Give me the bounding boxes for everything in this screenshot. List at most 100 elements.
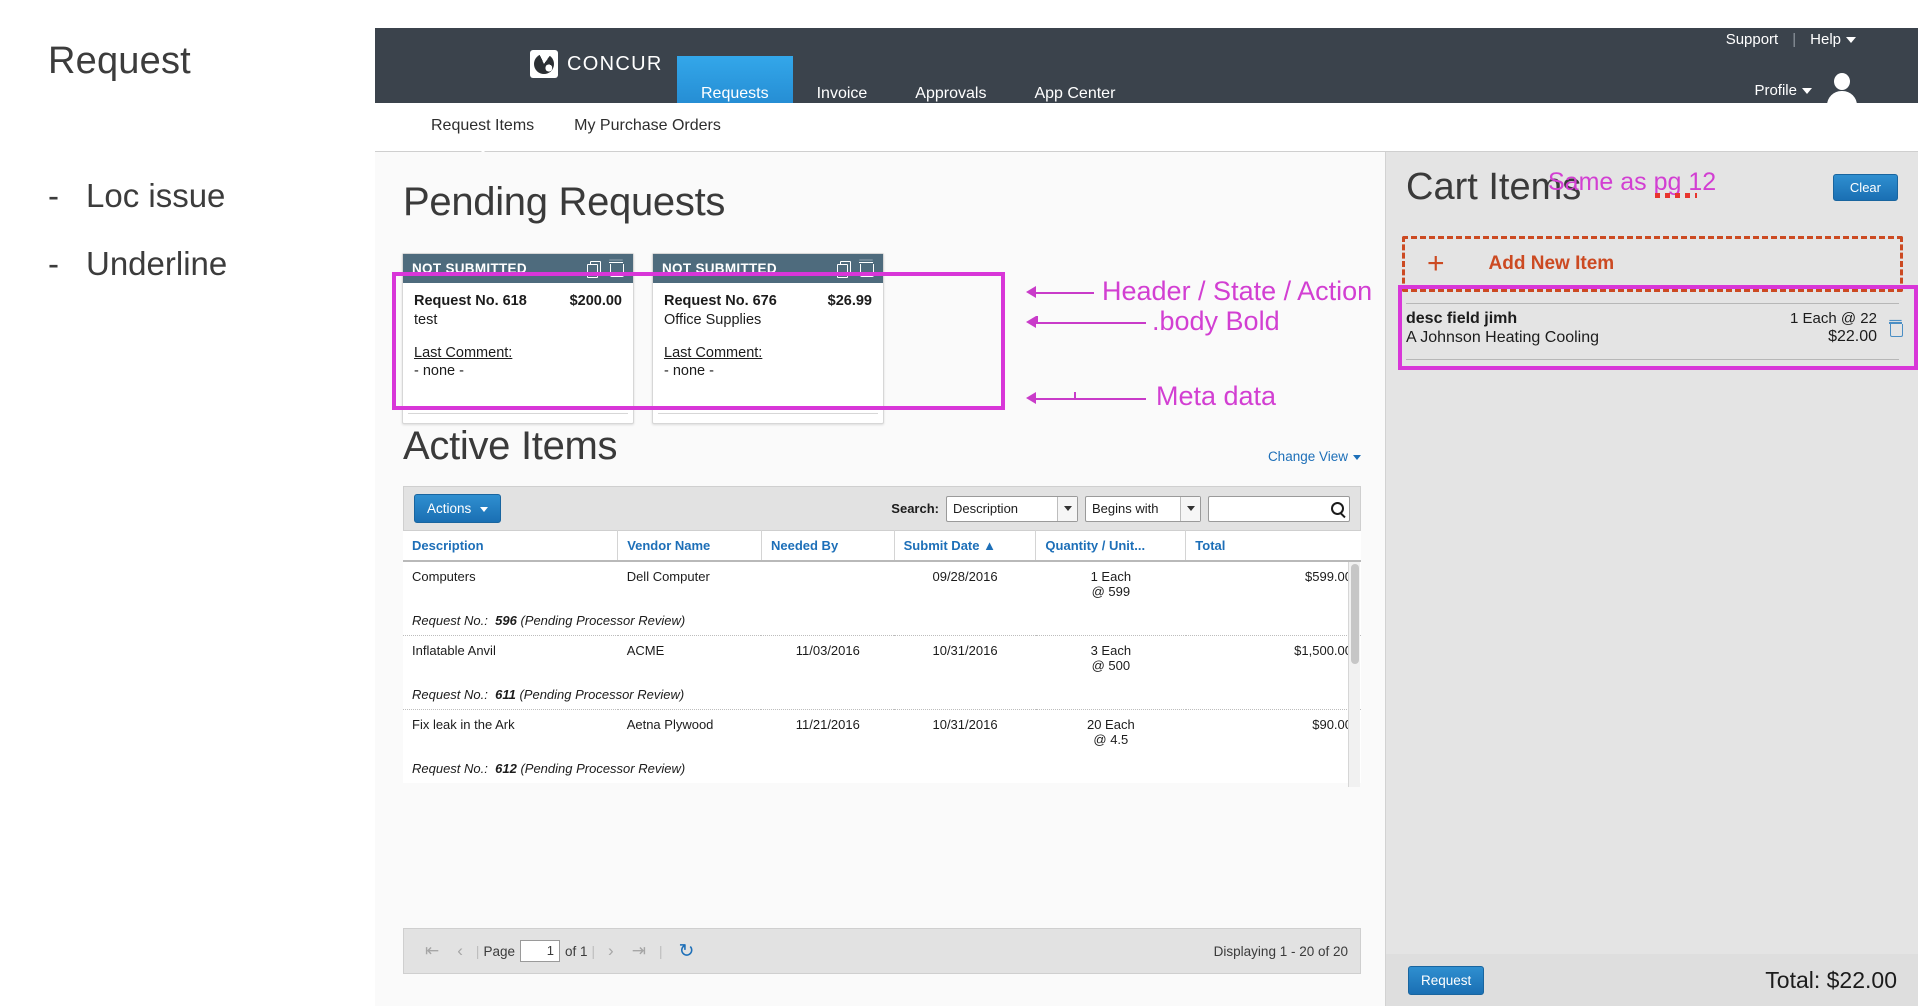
grid-pagination-footer: ⇤ ‹ | Page 1 of 1 | › ⇥ | ↻ Displaying 1… xyxy=(403,928,1361,974)
status-badge: NOT SUBMITTED xyxy=(662,261,777,276)
items-table: Description Vendor Name Needed By Submit… xyxy=(403,530,1361,783)
trash-icon[interactable] xyxy=(859,261,874,277)
trash-icon[interactable] xyxy=(609,261,624,277)
change-view-link[interactable]: Change View xyxy=(1268,449,1361,464)
grid-search-area: Search: Description Begins with xyxy=(891,495,1350,522)
sub-navigation: Request Items My Purchase Orders xyxy=(375,103,1918,152)
help-menu[interactable]: Help xyxy=(1810,31,1856,48)
pending-request-card[interactable]: NOT SUBMITTED Request No. 676 $26.99 Off… xyxy=(652,253,884,424)
utility-divider: | xyxy=(1792,31,1797,48)
concur-logo-text: CONCUR xyxy=(567,52,663,75)
last-comment-label: Last Comment: xyxy=(414,345,513,361)
cart-line-item[interactable]: desc field jimh A Johnson Heating Coolin… xyxy=(1386,304,1918,353)
card-footer xyxy=(658,413,878,423)
table-row[interactable]: Computers Dell Computer 09/28/2016 1 Eac… xyxy=(403,561,1361,606)
cart-item-name: desc field jimh xyxy=(1406,310,1518,327)
grid-vertical-scrollbar[interactable] xyxy=(1348,562,1360,787)
annotation-leader-line xyxy=(1036,322,1146,324)
search-field-select[interactable]: Description xyxy=(946,495,1078,522)
cell-needed-by: 11/21/2016 xyxy=(761,709,895,754)
chevron-down-icon xyxy=(1353,454,1361,460)
pending-requests-heading: Pending Requests xyxy=(403,180,726,224)
actions-button[interactable]: Actions xyxy=(414,494,502,523)
column-header-submit-date[interactable]: Submit Date ▲ xyxy=(894,530,1037,562)
clear-cart-button[interactable]: Clear xyxy=(1832,173,1898,201)
pending-requests-cards: NOT SUBMITTED Request No. 618 $200.00 te… xyxy=(402,253,884,424)
table-subrow: Request No.: 611 (Pending Processor Revi… xyxy=(403,680,1361,710)
support-link[interactable]: Support xyxy=(1726,31,1779,48)
search-operator-select[interactable]: Begins with xyxy=(1085,495,1201,522)
displaying-count: Displaying 1 - 20 of 20 xyxy=(1213,943,1348,959)
annotation-arrow-head xyxy=(1026,286,1036,298)
card-body: Request No. 618 $200.00 test Last Commen… xyxy=(403,283,633,413)
pending-request-card[interactable]: NOT SUBMITTED Request No. 618 $200.00 te… xyxy=(402,253,634,424)
annotation-meta-data: Meta data xyxy=(1156,381,1277,411)
column-header-vendor-name[interactable]: Vendor Name xyxy=(617,530,762,562)
request-button[interactable]: Request xyxy=(1408,965,1485,995)
column-header-description[interactable]: Description xyxy=(403,530,619,562)
sort-asc-icon: ▲ xyxy=(983,538,996,553)
cell-submit-date: 10/31/2016 xyxy=(894,635,1036,680)
cell-description: Computers xyxy=(412,569,476,584)
row-request-info: Request No.: 596 (Pending Processor Revi… xyxy=(412,613,686,628)
spellcheck-squiggle xyxy=(1655,193,1697,198)
cart-panel: Cart Items Clear + Add New Item desc fie… xyxy=(1385,152,1918,1006)
cart-divider xyxy=(1406,359,1899,360)
cell-vendor: ACME xyxy=(617,635,762,680)
copy-icon[interactable] xyxy=(837,260,852,278)
page-of-label: of 1 xyxy=(564,943,588,959)
profile-menu[interactable]: Profile xyxy=(1754,82,1812,99)
concur-logo: CONCUR xyxy=(530,50,663,78)
copy-icon[interactable] xyxy=(587,260,602,278)
cell-description: Fix leak in the Ark xyxy=(403,709,618,754)
prev-page-button[interactable]: ‹ xyxy=(448,941,472,961)
refresh-icon[interactable]: ↻ xyxy=(678,940,694,963)
cell-quantity: 1 Each @ 599 xyxy=(1090,569,1132,599)
last-comment-value: - none - xyxy=(664,363,714,379)
next-page-button[interactable]: › xyxy=(599,941,623,961)
subnav-my-purchase-orders[interactable]: My Purchase Orders xyxy=(568,103,727,149)
table-row[interactable]: Fix leak in the Ark Aetna Plywood 11/21/… xyxy=(403,709,1361,754)
last-comment-label: Last Comment: xyxy=(664,345,763,361)
top-utility-links: Support | Help xyxy=(1726,31,1856,48)
concur-app-window: CONCUR Requests Invoice Approvals App Ce… xyxy=(375,0,1918,1006)
annotation-bullet-2: - Underline xyxy=(48,245,228,282)
column-header-total[interactable]: Total xyxy=(1185,530,1361,562)
grid-toolbar: Actions Search: Description Begins with xyxy=(403,486,1361,530)
status-badge: NOT SUBMITTED xyxy=(412,261,527,276)
subnav-request-items[interactable]: Request Items xyxy=(425,103,540,149)
table-row[interactable]: Inflatable Anvil ACME 11/03/2016 10/31/2… xyxy=(403,635,1361,680)
cell-total: $599.00 xyxy=(1305,569,1352,584)
search-input[interactable] xyxy=(1208,495,1350,522)
column-header-quantity-unit[interactable]: Quantity / Unit... xyxy=(1035,530,1187,562)
first-page-button[interactable]: ⇤ xyxy=(416,941,448,961)
card-footer xyxy=(408,413,628,423)
annotation-column: Request - Loc issue - Underline xyxy=(0,0,375,1006)
search-icon[interactable] xyxy=(1331,502,1344,515)
cart-item-vendor: A Johnson Heating Cooling xyxy=(1406,329,1600,346)
delete-cart-item-icon[interactable] xyxy=(1889,320,1903,337)
row-request-info: Request No.: 612 (Pending Processor Revi… xyxy=(412,761,686,776)
cell-total: $1,500.00 xyxy=(1185,635,1361,680)
cart-total: Total: $22.00 xyxy=(1765,966,1897,993)
card-body: Request No. 676 $26.99 Office Supplies L… xyxy=(653,283,883,413)
request-number: Request No. 618 xyxy=(414,293,527,309)
table-subrow: Request No.: 596 (Pending Processor Revi… xyxy=(403,606,1361,636)
search-label: Search: xyxy=(891,501,939,516)
top-navigation-bar: CONCUR Requests Invoice Approvals App Ce… xyxy=(375,28,1918,131)
cell-submit-date: 09/28/2016 xyxy=(932,569,998,584)
page-number-input[interactable]: 1 xyxy=(519,940,560,962)
cart-item-price: $22.00 xyxy=(1828,328,1877,345)
cart-item-quantity: 1 Each @ 22 xyxy=(1790,310,1877,327)
column-header-needed-by[interactable]: Needed By xyxy=(761,530,895,562)
cell-needed-by xyxy=(761,561,894,606)
last-page-button[interactable]: ⇥ xyxy=(623,941,655,961)
request-amount: $200.00 xyxy=(569,293,622,309)
annotation-body-bold: .body Bold xyxy=(1152,306,1280,336)
add-new-item-button[interactable]: + Add New Item xyxy=(1402,236,1903,292)
row-request-info: Request No.: 611 (Pending Processor Revi… xyxy=(412,687,685,702)
cart-body: + Add New Item desc field jimh A Johnson… xyxy=(1386,222,1918,954)
cell-quantity: 20 Each @ 4.5 xyxy=(1035,709,1186,754)
annotation-arrow-head xyxy=(1026,392,1036,404)
active-items-heading: Active Items xyxy=(403,424,618,468)
